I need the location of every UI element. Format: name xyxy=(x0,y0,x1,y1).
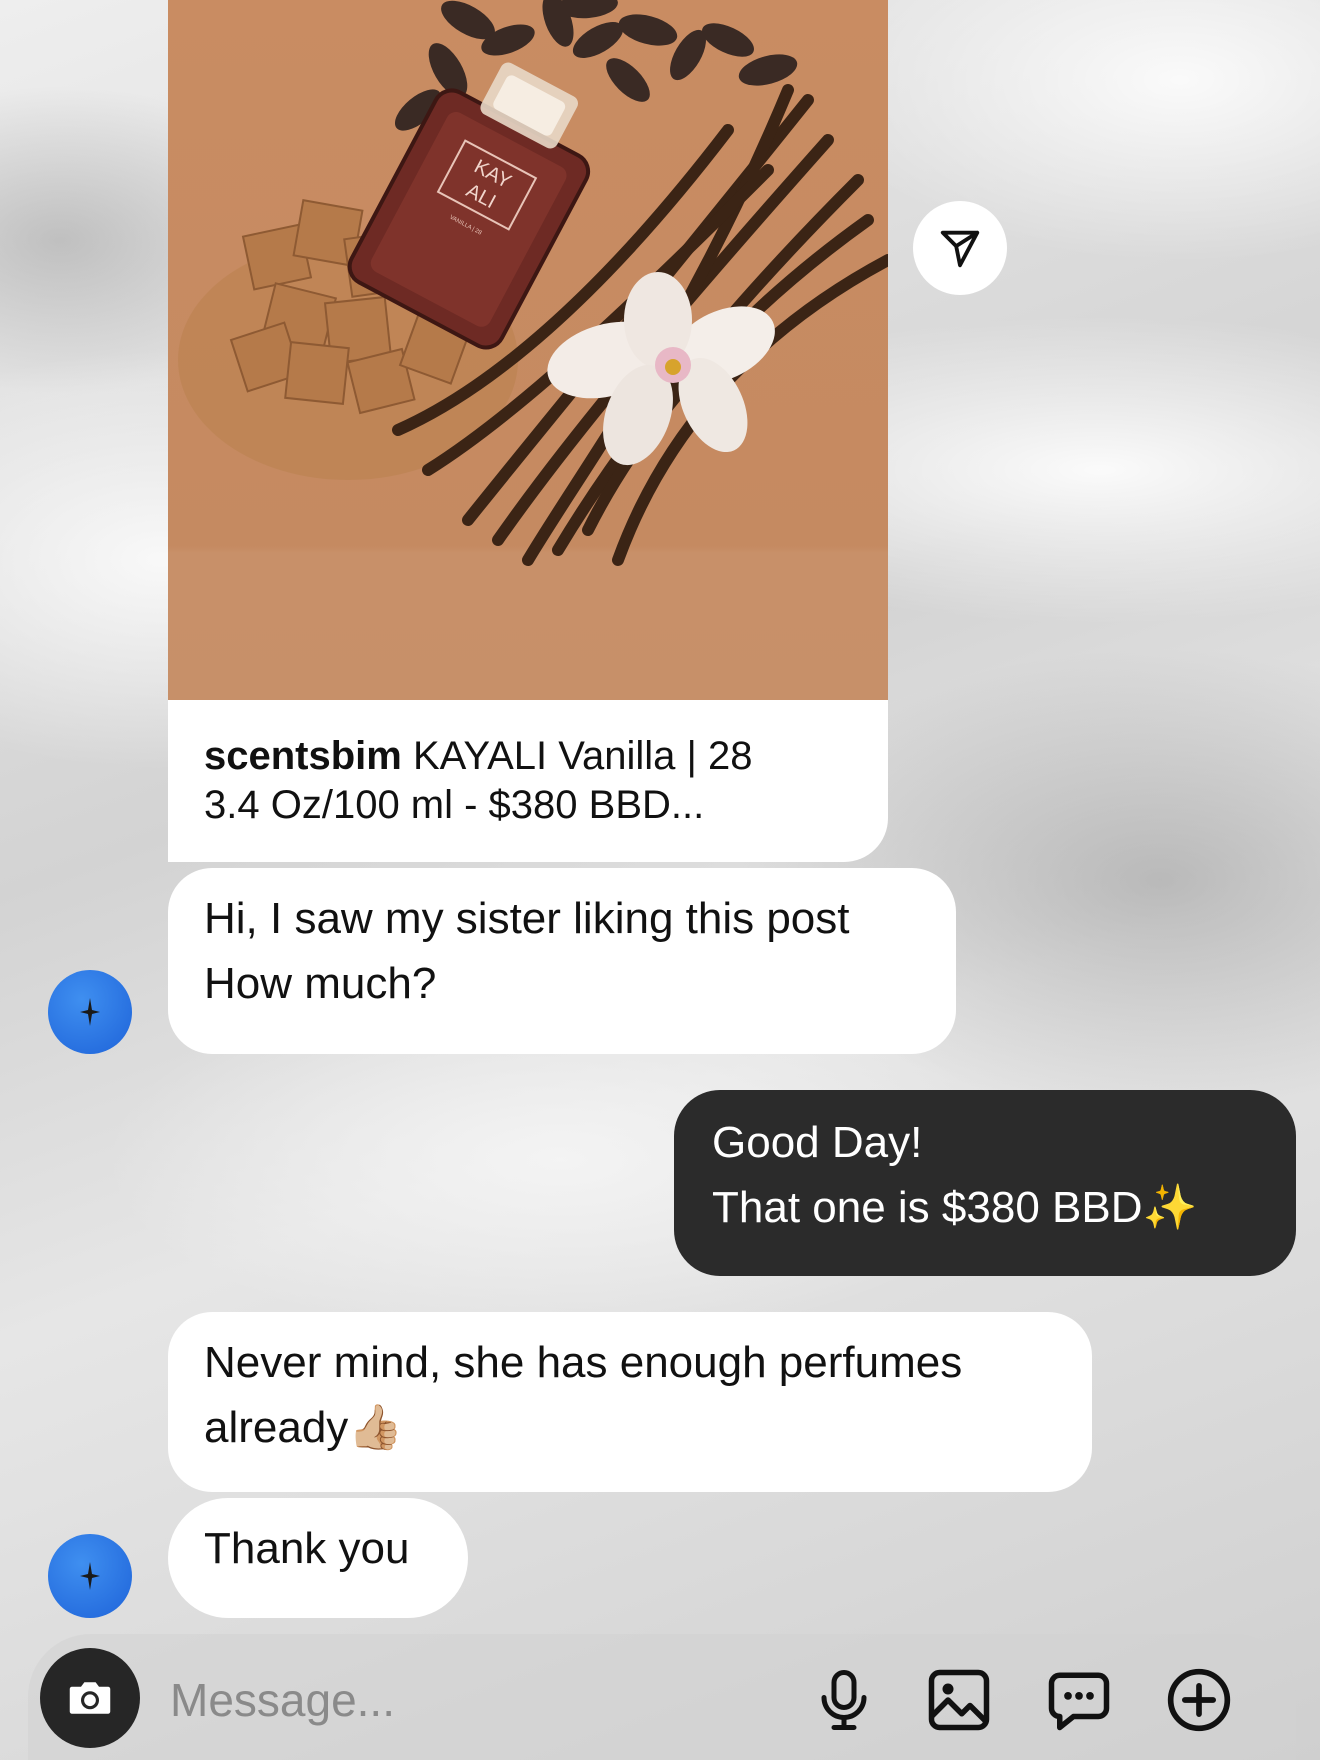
message-text-line: Thank you xyxy=(204,1524,410,1573)
message-text-line: Hi, I saw my sister liking this post xyxy=(204,894,850,943)
message-text-line: Good Day! xyxy=(712,1118,923,1167)
post-caption-line2: 3.4 Oz/100 ml - $380 BBD... xyxy=(204,783,705,827)
post-caption-line1: KAYALI Vanilla | 28 xyxy=(412,734,753,778)
message-text-line: already👍🏼 xyxy=(204,1403,404,1452)
sender-avatar[interactable] xyxy=(48,1534,132,1618)
sticker-button[interactable] xyxy=(1043,1664,1115,1736)
chat-bubble-dots-icon xyxy=(1048,1672,1110,1731)
post-username[interactable]: scentsbim xyxy=(204,734,402,778)
incoming-message-bubble[interactable]: Hi, I saw my sister liking this post How… xyxy=(168,868,956,1054)
plus-circle-icon xyxy=(1167,1668,1231,1732)
message-text-line: How much? xyxy=(204,959,437,1008)
bird-avatar-icon xyxy=(80,1562,100,1590)
camera-button[interactable] xyxy=(40,1648,140,1748)
incoming-message-bubble[interactable]: Never mind, she has enough perfumes alre… xyxy=(168,1312,1092,1492)
gallery-button[interactable] xyxy=(923,1664,995,1736)
microphone-icon xyxy=(821,1670,867,1730)
shared-post-caption[interactable]: scentsbim KAYALI Vanilla | 28 3.4 Oz/100… xyxy=(168,700,888,862)
perfume-photo: KAY ALI VANILLA | 28 xyxy=(178,0,888,566)
shared-post-image[interactable]: KAY ALI VANILLA | 28 xyxy=(168,0,888,700)
more-options-button[interactable] xyxy=(1163,1664,1235,1736)
bird-avatar-icon xyxy=(80,998,100,1026)
message-text-line: That one is $380 BBD✨ xyxy=(712,1183,1198,1232)
image-gallery-icon xyxy=(928,1669,990,1731)
outgoing-message-bubble[interactable]: Good Day! That one is $380 BBD✨ xyxy=(674,1090,1296,1276)
share-post-button[interactable] xyxy=(913,201,1007,295)
incoming-message-bubble[interactable]: Thank you xyxy=(168,1498,468,1618)
send-icon xyxy=(940,230,980,268)
sender-avatar[interactable] xyxy=(48,970,132,1054)
message-input[interactable] xyxy=(168,1666,732,1734)
camera-icon xyxy=(69,1682,111,1714)
message-text-line: Never mind, she has enough perfumes xyxy=(204,1338,963,1387)
voice-message-button[interactable] xyxy=(808,1664,880,1736)
